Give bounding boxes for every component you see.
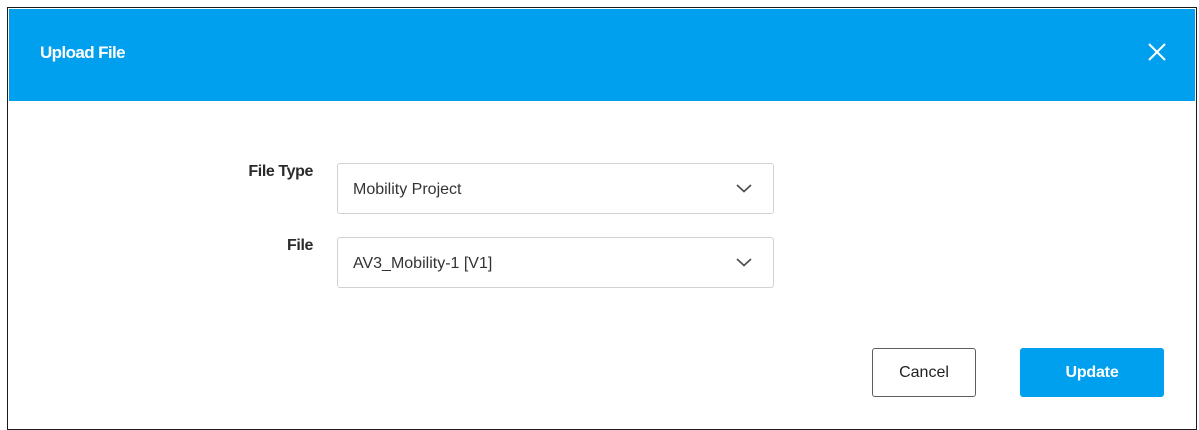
update-button[interactable]: Update: [1020, 348, 1164, 397]
close-button[interactable]: [1147, 42, 1167, 62]
file-type-label: File Type: [248, 163, 313, 180]
close-icon: [1147, 42, 1167, 62]
dialog-header: Upload File: [9, 9, 1195, 101]
page: Upload File File Type Mobility Project F…: [0, 0, 1199, 430]
file-select[interactable]: AV3_Mobility-1 [V1]: [337, 237, 774, 288]
cancel-button[interactable]: Cancel: [872, 348, 976, 397]
file-type-value: Mobility Project: [353, 181, 462, 198]
file-type-select[interactable]: Mobility Project: [337, 163, 774, 214]
upload-file-dialog: Upload File File Type Mobility Project F…: [7, 7, 1197, 430]
dialog-title: Upload File: [40, 43, 126, 62]
file-value: AV3_Mobility-1 [V1]: [353, 255, 493, 272]
chevron-down-icon: [735, 256, 753, 268]
file-label: File: [287, 237, 313, 254]
chevron-down-icon: [735, 182, 753, 194]
